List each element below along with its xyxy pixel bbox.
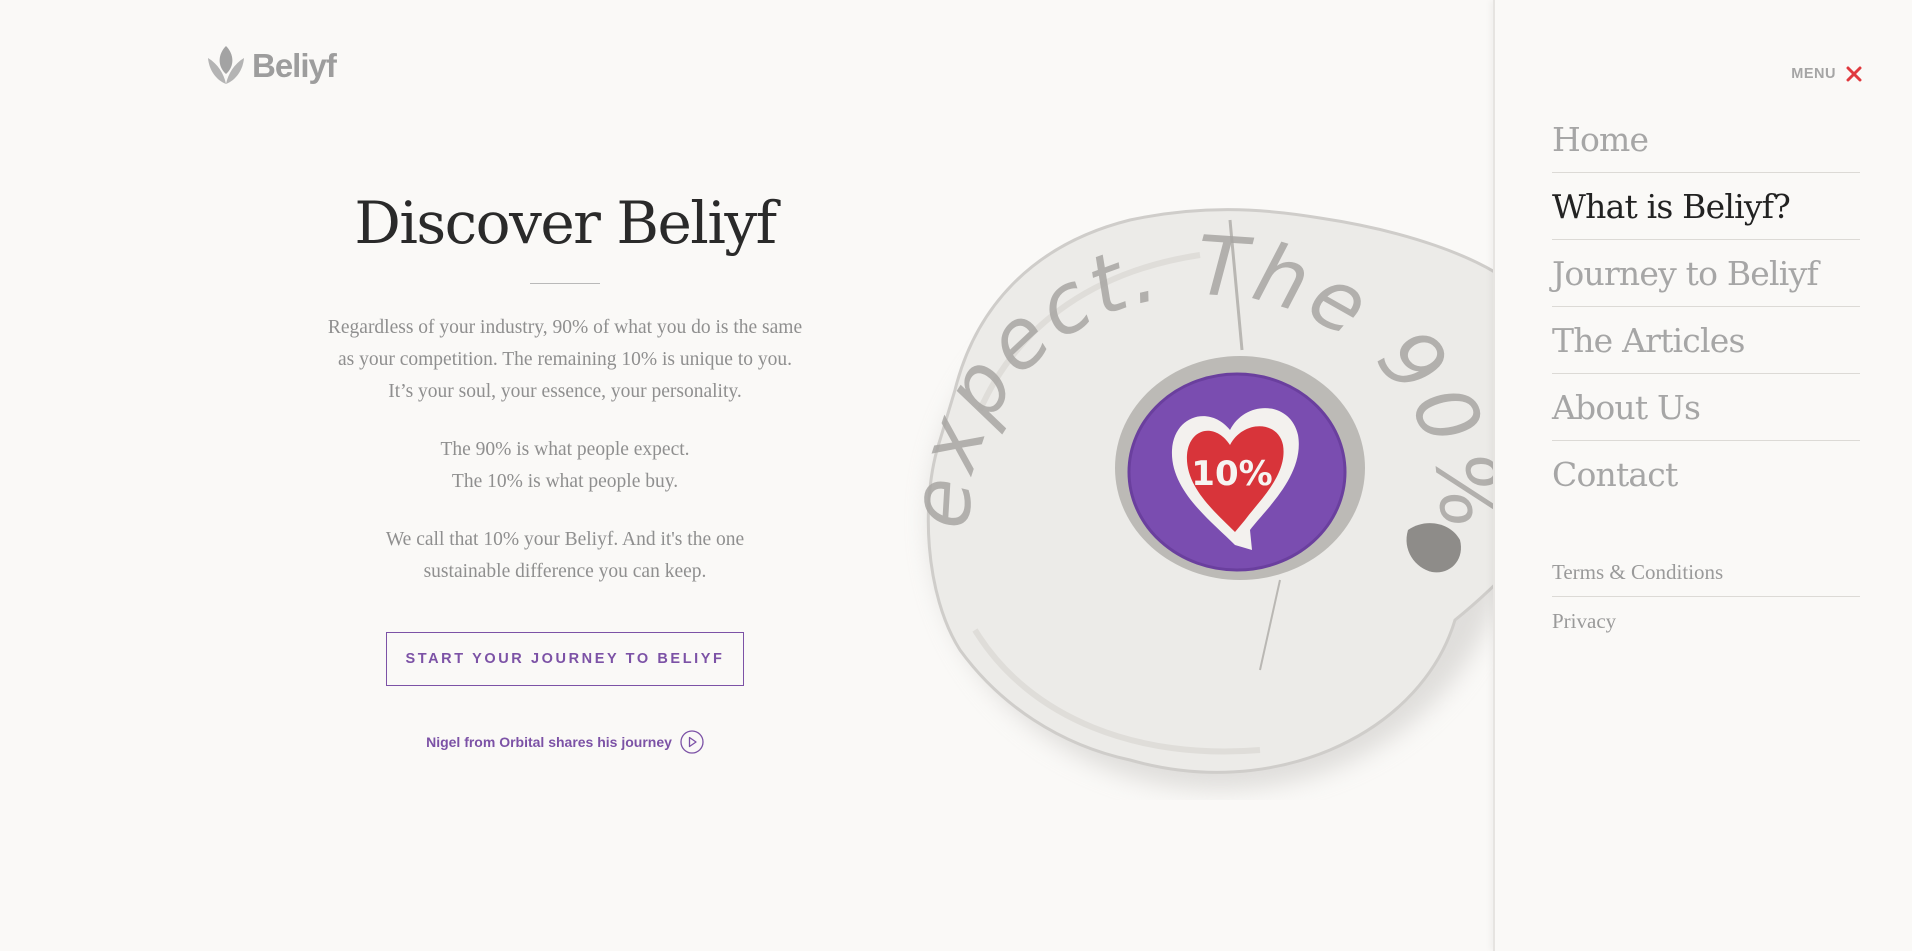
video-link[interactable]: Nigel from Orbital shares his journey (300, 730, 830, 754)
menu-label: MENU (1791, 66, 1836, 82)
intro-paragraph: Regardless of your industry, 90% of what… (327, 316, 803, 402)
secondary-nav: Terms & Conditions Privacy (1552, 548, 1860, 645)
nav-item-home[interactable]: Home (1552, 106, 1860, 173)
beliyf-paragraph: We call that 10% your Beliyf. And it's t… (385, 528, 745, 582)
nav-item-terms[interactable]: Terms & Conditions (1552, 548, 1860, 597)
nav-item-articles[interactable]: The Articles (1552, 307, 1860, 374)
page-title: Discover Beliyf (354, 189, 777, 257)
brand-name: Beliyf (252, 47, 337, 84)
nav-item-about[interactable]: About Us (1552, 374, 1860, 441)
menu-panel: MENU Home What is Beliyf? Journey to Bel… (1493, 0, 1912, 951)
hero-section: Discover Beliyf Regardless of your indus… (300, 190, 830, 754)
heart-badge-text: 10% (1191, 454, 1272, 494)
play-circle-icon (680, 730, 704, 754)
expect-buy-paragraph: The 90% is what people expect. The 10% i… (300, 434, 830, 498)
main-nav: Home What is Beliyf? Journey to Beliyf T… (1552, 106, 1860, 507)
brand-logo[interactable]: Beliyf (206, 44, 337, 88)
page: Beliyf Discover Beliyf Regardless of you… (0, 0, 1912, 951)
nav-item-privacy[interactable]: Privacy (1552, 597, 1860, 645)
nav-item-journey[interactable]: Journey to Beliyf (1552, 240, 1860, 307)
buy-line: The 10% is what people buy. (451, 470, 679, 492)
nav-item-contact[interactable]: Contact (1552, 441, 1860, 507)
stone-illustration: expect. The 90% is what people 10% (880, 200, 1494, 800)
menu-close-toggle[interactable]: MENU (1791, 66, 1862, 82)
nav-item-what-is-beliyf[interactable]: What is Beliyf? (1552, 173, 1860, 240)
close-icon (1846, 66, 1862, 82)
expect-line: The 90% is what people expect. (440, 438, 690, 460)
leaf-logo-icon (208, 46, 244, 84)
stone-artwork: expect. The 90% is what people 10% (880, 200, 1494, 790)
start-journey-button[interactable]: START YOUR JOURNEY TO BELIYF (386, 631, 744, 686)
title-divider (530, 282, 600, 284)
video-link-label: Nigel from Orbital shares his journey (426, 733, 672, 750)
